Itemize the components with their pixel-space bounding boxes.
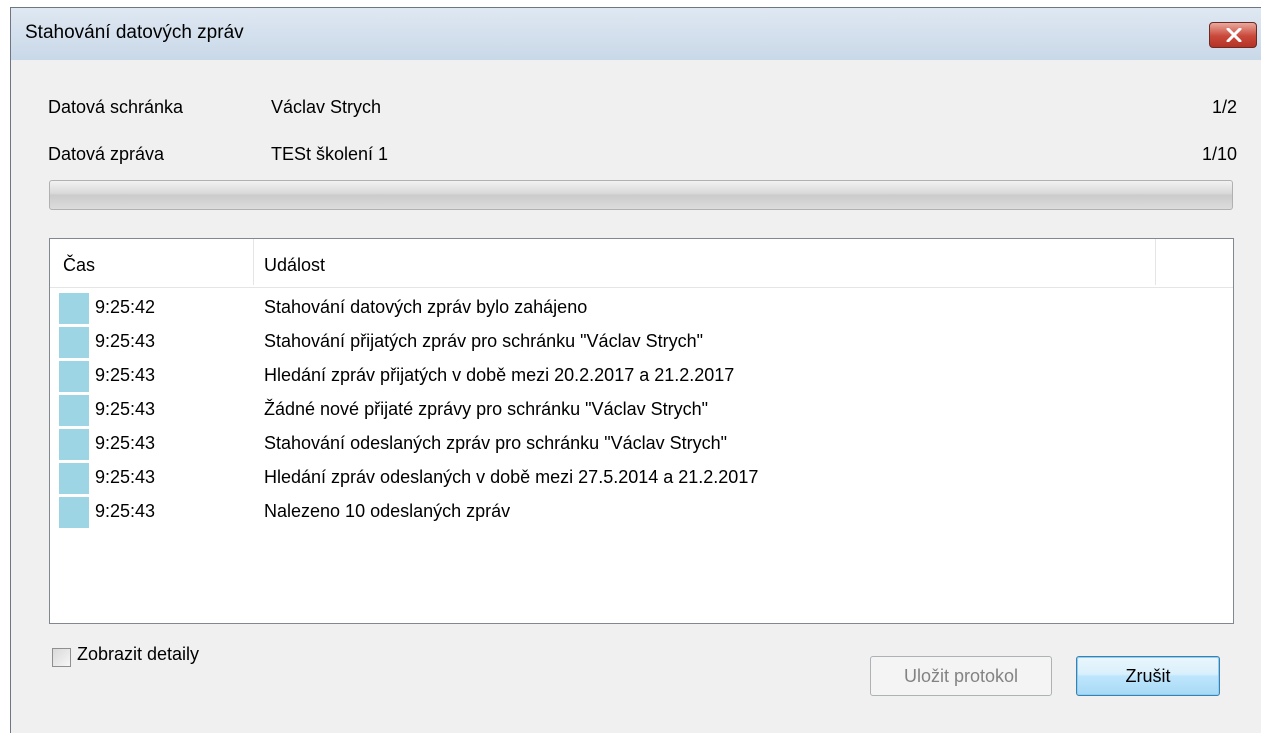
column-header-time[interactable]: Čas bbox=[63, 255, 95, 276]
mailbox-label: Datová schránka bbox=[48, 97, 184, 117]
log-header: Čas Událost bbox=[50, 239, 1233, 288]
log-event: Žádné nové přijaté zprávy pro schránku "… bbox=[264, 399, 708, 419]
download-dialog: Stahování datových zpráv Datová schránka… bbox=[10, 7, 1261, 733]
message-label: Datová zpráva bbox=[48, 144, 165, 164]
event-icon bbox=[59, 497, 89, 528]
log-time: 9:25:43 bbox=[95, 501, 156, 521]
mailbox-value: Václav Strych bbox=[271, 97, 382, 117]
log-event: Stahování datových zpráv bylo zahájeno bbox=[264, 297, 588, 317]
column-divider bbox=[253, 239, 254, 285]
log-event: Nalezeno 10 odeslaných zpráv bbox=[264, 501, 511, 521]
log-time: 9:25:43 bbox=[95, 467, 156, 487]
title-bar[interactable]: Stahování datových zpráv bbox=[11, 8, 1261, 60]
mailbox-counter: 1/2 bbox=[1211, 97, 1237, 117]
log-time: 9:25:42 bbox=[95, 297, 156, 317]
log-row[interactable]: 9:25:43 Stahování odeslaných zpráv pro sc… bbox=[50, 427, 1233, 461]
message-value: TESt školení 1 bbox=[271, 144, 389, 164]
log-event: Hledání zpráv přijatých v době mezi 20.2… bbox=[264, 365, 735, 385]
event-icon bbox=[59, 395, 89, 426]
column-divider bbox=[1155, 239, 1156, 285]
save-log-button[interactable]: Uložit protokol bbox=[870, 656, 1052, 696]
dialog-content: Datová schránka Václav Strych 1/2 Datová… bbox=[11, 60, 1261, 733]
progress-bar bbox=[49, 180, 1233, 210]
event-icon bbox=[59, 429, 89, 460]
event-icon bbox=[59, 361, 89, 392]
log-row[interactable]: 9:25:43 Stahování přijatých zpráv pro sch… bbox=[50, 325, 1233, 359]
column-header-event[interactable]: Událost bbox=[264, 255, 325, 276]
log-event: Hledání zpráv odeslaných v době mezi 27.… bbox=[264, 467, 759, 487]
log-row[interactable]: 9:25:43 Žádné nové přijaté zprávy pro sch… bbox=[50, 393, 1233, 427]
log-row[interactable]: 9:25:43 Hledání zpráv odeslaných v době m… bbox=[50, 461, 1233, 495]
window-title: Stahování datových zpráv bbox=[25, 22, 244, 43]
show-details-checkbox[interactable] bbox=[52, 648, 71, 667]
cancel-button[interactable]: Zrušit bbox=[1076, 656, 1220, 696]
message-counter: 1/10 bbox=[1201, 144, 1237, 164]
event-icon bbox=[59, 327, 89, 358]
show-details-label[interactable]: Zobrazit detaily bbox=[77, 644, 199, 665]
log-event: Stahování přijatých zpráv pro schránku "… bbox=[264, 331, 703, 351]
close-button[interactable] bbox=[1209, 22, 1257, 48]
event-icon bbox=[59, 463, 89, 494]
log-time: 9:25:43 bbox=[95, 365, 156, 385]
close-icon bbox=[1226, 28, 1242, 42]
log-row[interactable]: 9:25:43 Hledání zpráv přijatých v době me… bbox=[50, 359, 1233, 393]
log-event: Stahování odeslaných zpráv pro schránku … bbox=[264, 433, 728, 453]
log-row[interactable]: 9:25:42 Stahování datových zpráv bylo zah… bbox=[50, 291, 1233, 325]
event-log-list[interactable]: Čas Událost 9:25:42 Stahování datových zp… bbox=[49, 238, 1234, 624]
log-time: 9:25:43 bbox=[95, 399, 156, 419]
log-time: 9:25:43 bbox=[95, 433, 156, 453]
log-time: 9:25:43 bbox=[95, 331, 156, 351]
log-row[interactable]: 9:25:43 Nalezeno 10 odeslaných zpráv bbox=[50, 495, 1233, 529]
event-icon bbox=[59, 293, 89, 324]
